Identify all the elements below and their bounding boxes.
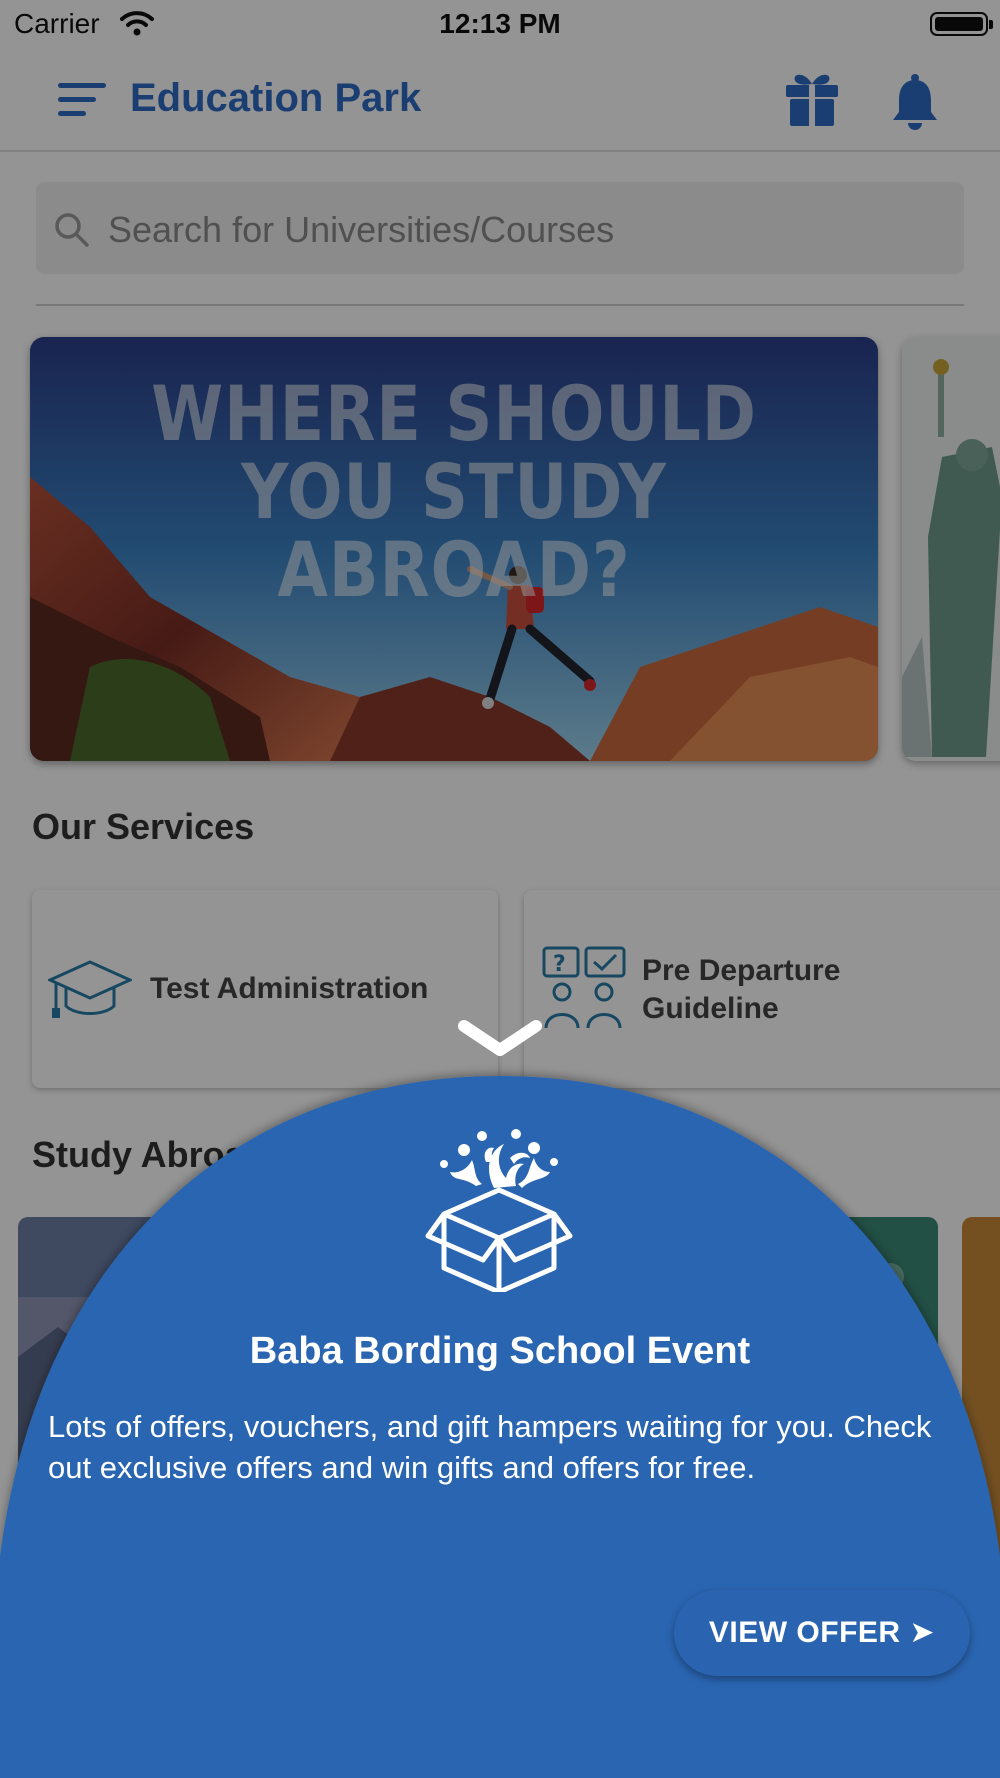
view-offer-button[interactable]: VIEW OFFER ➤ [674, 1590, 970, 1676]
chevron-down-icon[interactable] [458, 1018, 542, 1062]
offer-title: Baba Bording School Event [249, 1330, 751, 1372]
modal-backdrop[interactable] [0, 0, 1000, 1778]
screen: Carrier 12:13 PM Education Park Search f… [0, 0, 1000, 1778]
offer-description: Lots of offers, vouchers, and gift hampe… [48, 1409, 932, 1485]
